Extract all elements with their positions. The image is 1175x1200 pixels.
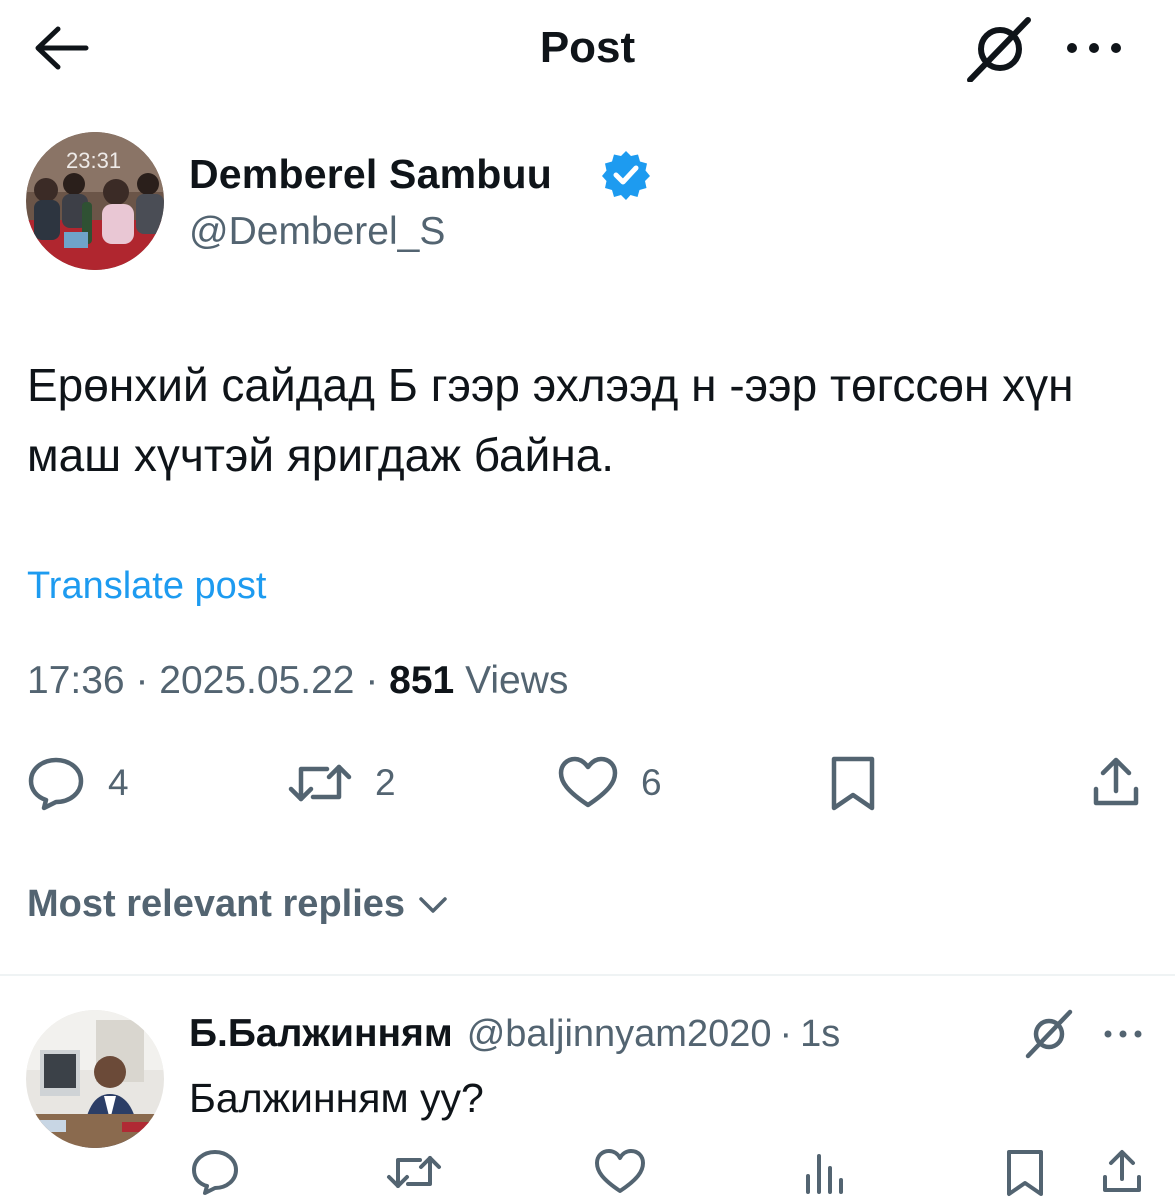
reply-text: Балжинням уу? [189, 1075, 484, 1121]
reply-author-avatar[interactable] [26, 1010, 164, 1148]
repost-count: 2 [375, 762, 396, 803]
repost-icon [288, 764, 352, 802]
like-button[interactable]: 6 [557, 755, 662, 811]
views-count: 851 [389, 659, 455, 702]
author-avatar[interactable]: 23:31 [26, 132, 164, 270]
avatar-photo: 23:31 [26, 132, 164, 270]
replies-sort-dropdown[interactable]: Most relevant replies [27, 880, 453, 928]
post-meta: 17:36 · 2025.05.22 · 851 Views [27, 656, 568, 706]
reply-author-handle[interactable]: @baljinnyam2020 [467, 1010, 772, 1058]
meta-separator: · [354, 659, 390, 702]
reply-grok-button[interactable] [1020, 1008, 1076, 1060]
translate-post-link[interactable]: Translate post [27, 562, 266, 610]
reply-share-button[interactable] [1098, 1148, 1146, 1196]
avatar-photo [26, 1010, 164, 1148]
replies-sort-label: Most relevant replies [27, 883, 406, 925]
reply-more-button[interactable] [1098, 1016, 1148, 1052]
reply-icon [28, 757, 84, 811]
reply-button[interactable]: 4 [26, 755, 129, 811]
reply-views-button[interactable] [800, 1148, 848, 1196]
bookmark-icon [1007, 1150, 1043, 1196]
reply-like-button[interactable] [594, 1148, 646, 1196]
reply-header: Б.Балжинням @baljinnyam2020 · 1s [189, 1010, 840, 1058]
share-button[interactable] [1088, 755, 1144, 811]
author-name[interactable]: Demberel Sambuu [189, 150, 552, 198]
bookmark-button[interactable] [828, 755, 878, 813]
reply-reply-button[interactable] [190, 1148, 240, 1196]
reply-time: 1s [800, 1013, 841, 1055]
share-icon [1093, 757, 1139, 806]
heart-icon [558, 756, 618, 808]
grok-icon [1025, 1009, 1073, 1059]
views-label: Views [465, 659, 569, 702]
reply-count: 4 [108, 762, 129, 803]
author-handle[interactable]: @Demberel_S [189, 208, 445, 256]
post-text: Ерөнхий сайдад Б гээр эхлээд н -ээр төгс… [27, 359, 1074, 481]
bookmark-icon [831, 756, 875, 811]
like-count: 6 [641, 762, 662, 803]
repost-icon [387, 1156, 441, 1188]
avatar-overlay-time: 23:31 [66, 148, 121, 173]
more-options-button[interactable] [1058, 26, 1130, 70]
share-icon [1103, 1150, 1141, 1192]
post-date: 2025.05.22 [159, 659, 355, 702]
reply-repost-button[interactable] [386, 1148, 442, 1196]
meta-separator: · [124, 659, 160, 702]
grok-icon [967, 17, 1031, 82]
grok-button[interactable] [962, 16, 1036, 82]
more-icon [1104, 1030, 1142, 1038]
post-time: 17:36 [27, 659, 125, 702]
reply-icon [192, 1150, 238, 1195]
reply-separator: · [779, 1013, 793, 1055]
reply-author-name[interactable]: Б.Балжинням [189, 1010, 453, 1058]
reply-bookmark-button[interactable] [1004, 1148, 1046, 1198]
analytics-icon [806, 1154, 843, 1194]
repost-button[interactable]: 2 [287, 755, 396, 811]
divider [0, 974, 1175, 976]
heart-icon [595, 1149, 645, 1193]
chevron-down-icon [419, 897, 447, 913]
verified-badge-icon [600, 148, 652, 200]
more-icon [1067, 43, 1121, 53]
